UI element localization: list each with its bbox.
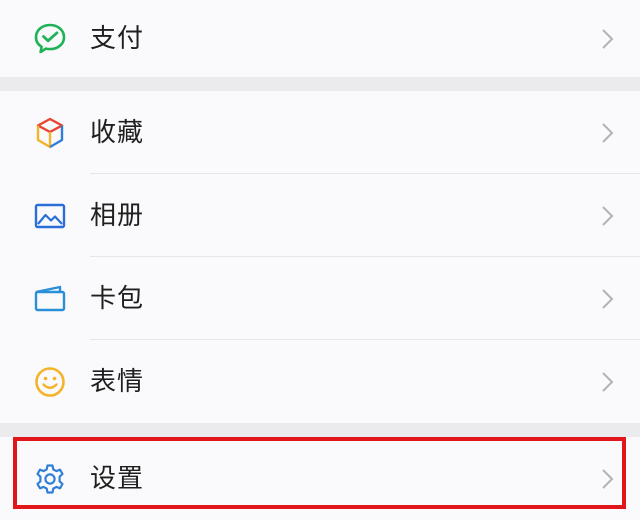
- section-gap: [0, 77, 640, 91]
- section-gap: [0, 423, 640, 437]
- menu-item-favorites[interactable]: 收藏: [0, 91, 640, 174]
- menu-item-label: 表情: [90, 366, 145, 397]
- chevron-right-icon: [602, 205, 614, 226]
- photo-album-icon: [30, 196, 70, 236]
- menu-item-label: 支付: [90, 23, 145, 54]
- smiley-icon: [30, 362, 70, 402]
- cube-icon: [30, 113, 70, 153]
- menu-item-settings[interactable]: 设置: [0, 437, 640, 520]
- menu-item-label: 设置: [90, 463, 145, 494]
- wallet-card-icon: [30, 279, 70, 319]
- menu-item-cards[interactable]: 卡包: [0, 257, 640, 340]
- wechat-pay-icon: [30, 19, 70, 59]
- wechat-me-menu: 支付 收藏 相册 卡包 表情 设置: [0, 0, 640, 520]
- menu-item-label: 卡包: [90, 283, 145, 314]
- chevron-right-icon: [602, 468, 614, 489]
- menu-item-album[interactable]: 相册: [0, 174, 640, 257]
- chevron-right-icon: [602, 28, 614, 49]
- menu-group-pay: 支付: [0, 0, 640, 77]
- chevron-right-icon: [602, 371, 614, 392]
- menu-item-pay[interactable]: 支付: [0, 0, 640, 77]
- menu-item-label: 收藏: [90, 117, 145, 148]
- menu-group-settings: 设置: [0, 437, 640, 520]
- chevron-right-icon: [602, 122, 614, 143]
- chevron-right-icon: [602, 288, 614, 309]
- gear-icon: [30, 459, 70, 499]
- menu-item-label: 相册: [90, 200, 145, 231]
- menu-item-stickers[interactable]: 表情: [0, 340, 640, 423]
- menu-group-main: 收藏 相册 卡包 表情: [0, 91, 640, 423]
